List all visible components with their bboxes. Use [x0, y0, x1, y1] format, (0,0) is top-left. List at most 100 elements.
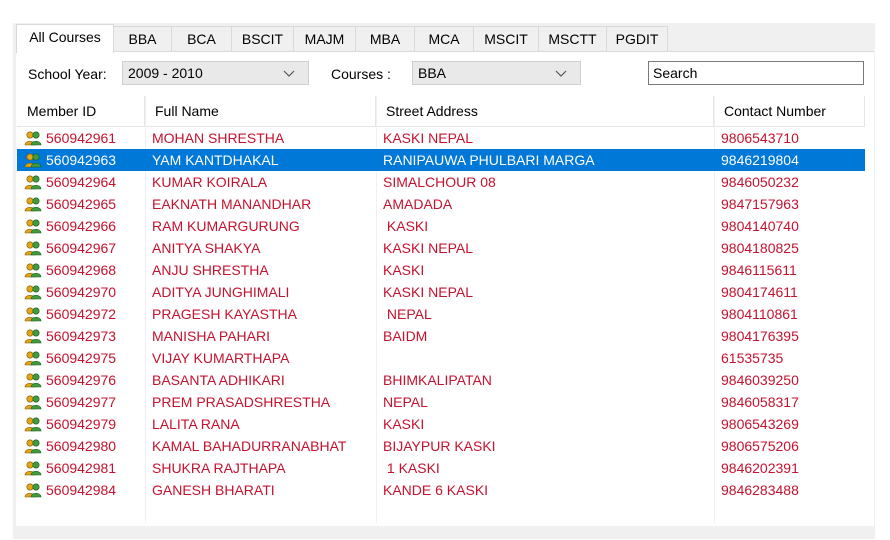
- full-name-cell: EAKNATH MANANDHAR: [152, 196, 312, 212]
- table-row[interactable]: 560942961 MOHAN SHRESTHA KASKI NEPAL 980654…: [17, 127, 865, 149]
- tab-bca[interactable]: BCA: [171, 26, 232, 51]
- table-row[interactable]: 560942964 KUMAR KOIRALA SIMALCHOUR 08 98460…: [17, 171, 865, 193]
- member-id-cell: 560942963: [46, 152, 117, 168]
- users-icon: [24, 482, 42, 498]
- users-icon: [24, 262, 42, 278]
- member-id-cell: 560942975: [46, 350, 117, 366]
- users-icon: [24, 438, 42, 454]
- contact-number-cell: 9846219804: [721, 152, 799, 168]
- contact-number-cell: 9846058317: [721, 394, 799, 410]
- column-header-street-address[interactable]: Street Address: [376, 96, 714, 126]
- users-icon: [24, 284, 42, 300]
- street-address-cell: KASKI: [383, 416, 425, 432]
- member-id-cell: 560942977: [46, 394, 117, 410]
- users-icon: [24, 306, 42, 322]
- contact-number-cell: 9846050232: [721, 174, 799, 190]
- member-id-cell: 560942964: [46, 174, 117, 190]
- users-icon: [24, 416, 42, 432]
- member-id-cell: 560942966: [46, 218, 117, 234]
- full-name-cell: ADITYA JUNGHIMALI: [152, 284, 290, 300]
- full-name-cell: YAM KANTDHAKAL: [152, 152, 279, 168]
- table-row[interactable]: 560942968 ANJU SHRESTHA KASKI 9846115611: [17, 259, 865, 281]
- contact-number-cell: 9804140740: [721, 218, 799, 234]
- member-id-cell: 560942979: [46, 416, 117, 432]
- tab-majm[interactable]: MAJM: [293, 26, 356, 51]
- users-icon: [24, 460, 42, 476]
- column-header-member-id[interactable]: Member ID: [17, 96, 145, 126]
- full-name-cell: MANISHA PAHARI: [152, 328, 270, 344]
- table-row[interactable]: 560942981 SHUKRA RAJTHAPA 1 KASKI 98462023…: [17, 457, 865, 479]
- table-row[interactable]: 560942965 EAKNATH MANANDHAR AMADADA 9847157…: [17, 193, 865, 215]
- contact-number-cell: 9804176395: [721, 328, 799, 344]
- column-header-full-name[interactable]: Full Name: [145, 96, 376, 126]
- users-icon: [24, 152, 42, 168]
- street-address-cell: AMADADA: [383, 196, 453, 212]
- street-address-cell: KASKI: [383, 262, 425, 278]
- full-name-cell: KUMAR KOIRALA: [152, 174, 268, 190]
- contact-number-cell: 9846039250: [721, 372, 799, 388]
- tab-bba[interactable]: BBA: [113, 26, 172, 51]
- table-row[interactable]: 560942973 MANISHA PAHARI BAIDM 9804176395: [17, 325, 865, 347]
- users-icon: [24, 174, 42, 190]
- contact-number-cell: 9847157963: [721, 196, 799, 212]
- street-address-cell: RANIPAUWA PHULBARI MARGA: [383, 152, 595, 168]
- street-address-cell: SIMALCHOUR 08: [383, 174, 496, 190]
- street-address-cell: KASKI NEPAL: [383, 284, 474, 300]
- member-id-cell: 560942973: [46, 328, 117, 344]
- contact-number-cell: 9804110861: [721, 306, 798, 322]
- table-row[interactable]: 560942980 KAMAL BAHADURRANABHAT BIJAYPUR K…: [17, 435, 865, 457]
- contact-number-cell: 61535735: [721, 350, 784, 366]
- table-row[interactable]: 560942966 RAM KUMARGURUNG KASKI 9804140740: [17, 215, 865, 237]
- chevron-down-icon: [555, 70, 567, 77]
- table-row[interactable]: 560942967 ANITYA SHAKYA KASKI NEPAL 9804180…: [17, 237, 865, 259]
- table-row[interactable]: 560942976 BASANTA ADHIKARI BHIMKALIPATAN 98…: [17, 369, 865, 391]
- table-row[interactable]: 560942984 GANESH BHARATI KANDE 6 KASKI 9846…: [17, 479, 865, 501]
- member-id-cell: 560942967: [46, 240, 117, 256]
- table-row[interactable]: 560942979 LALITA RANA KASKI 9806543269: [17, 413, 865, 435]
- full-name-cell: GANESH BHARATI: [152, 482, 275, 498]
- tab-all-courses[interactable]: All Courses: [16, 24, 114, 53]
- street-address-cell: BIJAYPUR KASKI: [383, 438, 496, 454]
- tab-mba[interactable]: MBA: [355, 26, 415, 51]
- member-list[interactable]: Member ID Full Name Street Address Conta…: [17, 96, 865, 523]
- contact-number-cell: 9804180825: [721, 240, 799, 256]
- tab-mca[interactable]: MCA: [414, 26, 474, 51]
- full-name-cell: MOHAN SHRESTHA: [152, 130, 285, 146]
- contact-number-cell: 9806543269: [721, 416, 799, 432]
- full-name-cell: PRAGESH KAYASTHA: [152, 306, 297, 322]
- member-id-cell: 560942980: [46, 438, 117, 454]
- column-header-contact-number[interactable]: Contact Number: [714, 96, 865, 126]
- full-name-cell: ANJU SHRESTHA: [152, 262, 269, 278]
- tab-mscit[interactable]: MSCIT: [473, 26, 539, 51]
- users-icon: [24, 350, 42, 366]
- contact-number-cell: 9846283488: [721, 482, 799, 498]
- users-icon: [24, 394, 42, 410]
- courses-value: BBA: [418, 65, 447, 81]
- school-year-value: 2009 - 2010: [128, 65, 203, 81]
- table-row[interactable]: 560942970 ADITYA JUNGHIMALI KASKI NEPAL 980…: [17, 281, 865, 303]
- tab-pgdit[interactable]: PGDIT: [606, 26, 668, 51]
- tab-bscit[interactable]: BSCIT: [231, 26, 294, 51]
- contact-number-cell: 9804174611: [721, 284, 798, 300]
- school-year-label: School Year:: [28, 66, 107, 82]
- street-address-cell: KANDE 6 KASKI: [383, 482, 489, 498]
- tab-msctt[interactable]: MSCTT: [538, 26, 607, 51]
- member-id-cell: 560942984: [46, 482, 117, 498]
- table-row[interactable]: 560942972 PRAGESH KAYASTHA NEPAL 980411086…: [17, 303, 865, 325]
- full-name-cell: BASANTA ADHIKARI: [152, 372, 285, 388]
- users-icon: [24, 240, 42, 256]
- school-year-select[interactable]: 2009 - 2010: [122, 61, 309, 85]
- contact-number-cell: 9806575206: [721, 438, 799, 454]
- users-icon: [24, 196, 42, 212]
- full-name-cell: RAM KUMARGURUNG: [152, 218, 300, 234]
- courses-select[interactable]: BBA: [412, 61, 581, 85]
- users-icon: [24, 372, 42, 388]
- table-row[interactable]: 560942977 PREM PRASADSHRESTHA NEPAL 9846058…: [17, 391, 865, 413]
- table-row[interactable]: 560942975 VIJAY KUMARTHAPA 61535735: [17, 347, 865, 369]
- member-id-cell: 560942965: [46, 196, 117, 212]
- member-id-cell: 560942968: [46, 262, 117, 278]
- chevron-down-icon: [283, 70, 295, 77]
- table-row[interactable]: 560942963 YAM KANTDHAKAL RANIPAUWA PHULBAR…: [17, 149, 865, 171]
- street-address-cell: BHIMKALIPATAN: [383, 372, 492, 388]
- search-input[interactable]: [648, 61, 864, 85]
